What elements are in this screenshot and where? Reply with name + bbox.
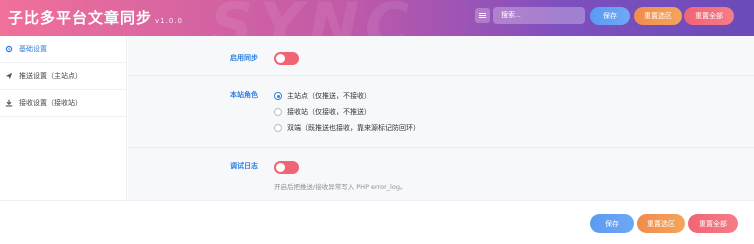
site-role-label: 本站角色 — [230, 91, 258, 99]
radio-label: 接收站（仅接收，不推送） — [287, 108, 371, 116]
gear-icon — [5, 45, 13, 53]
footer-reset-all-button[interactable]: 重置全部 — [688, 214, 738, 233]
enable-sync-toggle[interactable] — [274, 52, 299, 65]
sidebar-item-label: 推送设置（主站点） — [19, 72, 82, 80]
header-reset-all-button[interactable]: 重置全部 — [684, 7, 734, 25]
site-role-option-both[interactable]: 双端（既推送也接收，靠来源标记防回环） — [274, 123, 420, 133]
enable-sync-label: 启用同步 — [230, 54, 258, 62]
setting-row-site-role: 本站角色 主站点（仅推送，不接收） 接收站（仅接收，不推送） 双端（既推送也接收… — [128, 76, 754, 148]
sidebar-item-label: 基础设置 — [19, 45, 47, 53]
settings-window: SYNC 子比多平台文章同步v1.0.0 保存 重置选区 重置全部 基础设置 推… — [0, 0, 754, 244]
footer-reset-section-button[interactable]: 重置选区 — [637, 214, 685, 233]
header-bar: SYNC 子比多平台文章同步v1.0.0 保存 重置选区 重置全部 — [0, 0, 754, 36]
site-role-option-main[interactable]: 主站点（仅推送，不接收） — [274, 91, 371, 101]
app-title: 子比多平台文章同步 v1.0.0 — [8, 7, 183, 28]
setting-row-enable-sync: 启用同步 — [128, 36, 754, 76]
debug-log-toggle[interactable] — [274, 161, 299, 174]
header-save-button[interactable]: 保存 — [590, 7, 630, 25]
setting-row-debug-log: 调试日志 开启后把推送/接收异常写入 PHP error_log。 — [128, 148, 754, 200]
version-badge: v1.0.0 — [155, 17, 183, 25]
radio-label: 双端（既推送也接收，靠来源标记防回环） — [287, 124, 420, 132]
radio-label: 主站点（仅推送，不接收） — [287, 92, 371, 100]
radio-dot[interactable] — [274, 92, 282, 100]
radio-dot[interactable] — [274, 124, 282, 132]
settings-panel: 启用同步 本站角色 主站点（仅推送，不接收） 接收站（仅接收，不推送） 双端（既… — [128, 36, 754, 200]
header-watermark: SYNC — [210, 0, 415, 36]
app-title-text: 子比多平台文章同步 — [8, 9, 153, 27]
footer-save-button[interactable]: 保存 — [590, 214, 634, 233]
send-icon — [5, 72, 13, 80]
header-reset-section-button[interactable]: 重置选区 — [634, 7, 682, 25]
sidebar: 基础设置 推送设置（主站点） 接收设置（接收站） — [0, 36, 127, 200]
sidebar-item-basic[interactable]: 基础设置 — [0, 36, 126, 63]
debug-log-hint: 开启后把推送/接收异常写入 PHP error_log。 — [274, 183, 407, 191]
footer-bar: 保存 重置选区 重置全部 — [0, 200, 754, 244]
download-icon — [5, 99, 13, 107]
sidebar-item-push[interactable]: 推送设置（主站点） — [0, 63, 126, 90]
radio-dot[interactable] — [274, 108, 282, 116]
debug-log-label: 调试日志 — [230, 162, 258, 170]
sidebar-item-receive[interactable]: 接收设置（接收站） — [0, 90, 126, 117]
menu-icon[interactable] — [475, 8, 490, 23]
sidebar-item-label: 接收设置（接收站） — [19, 99, 82, 107]
site-role-option-receiver[interactable]: 接收站（仅接收，不推送） — [274, 107, 371, 117]
search-input[interactable] — [493, 7, 585, 24]
